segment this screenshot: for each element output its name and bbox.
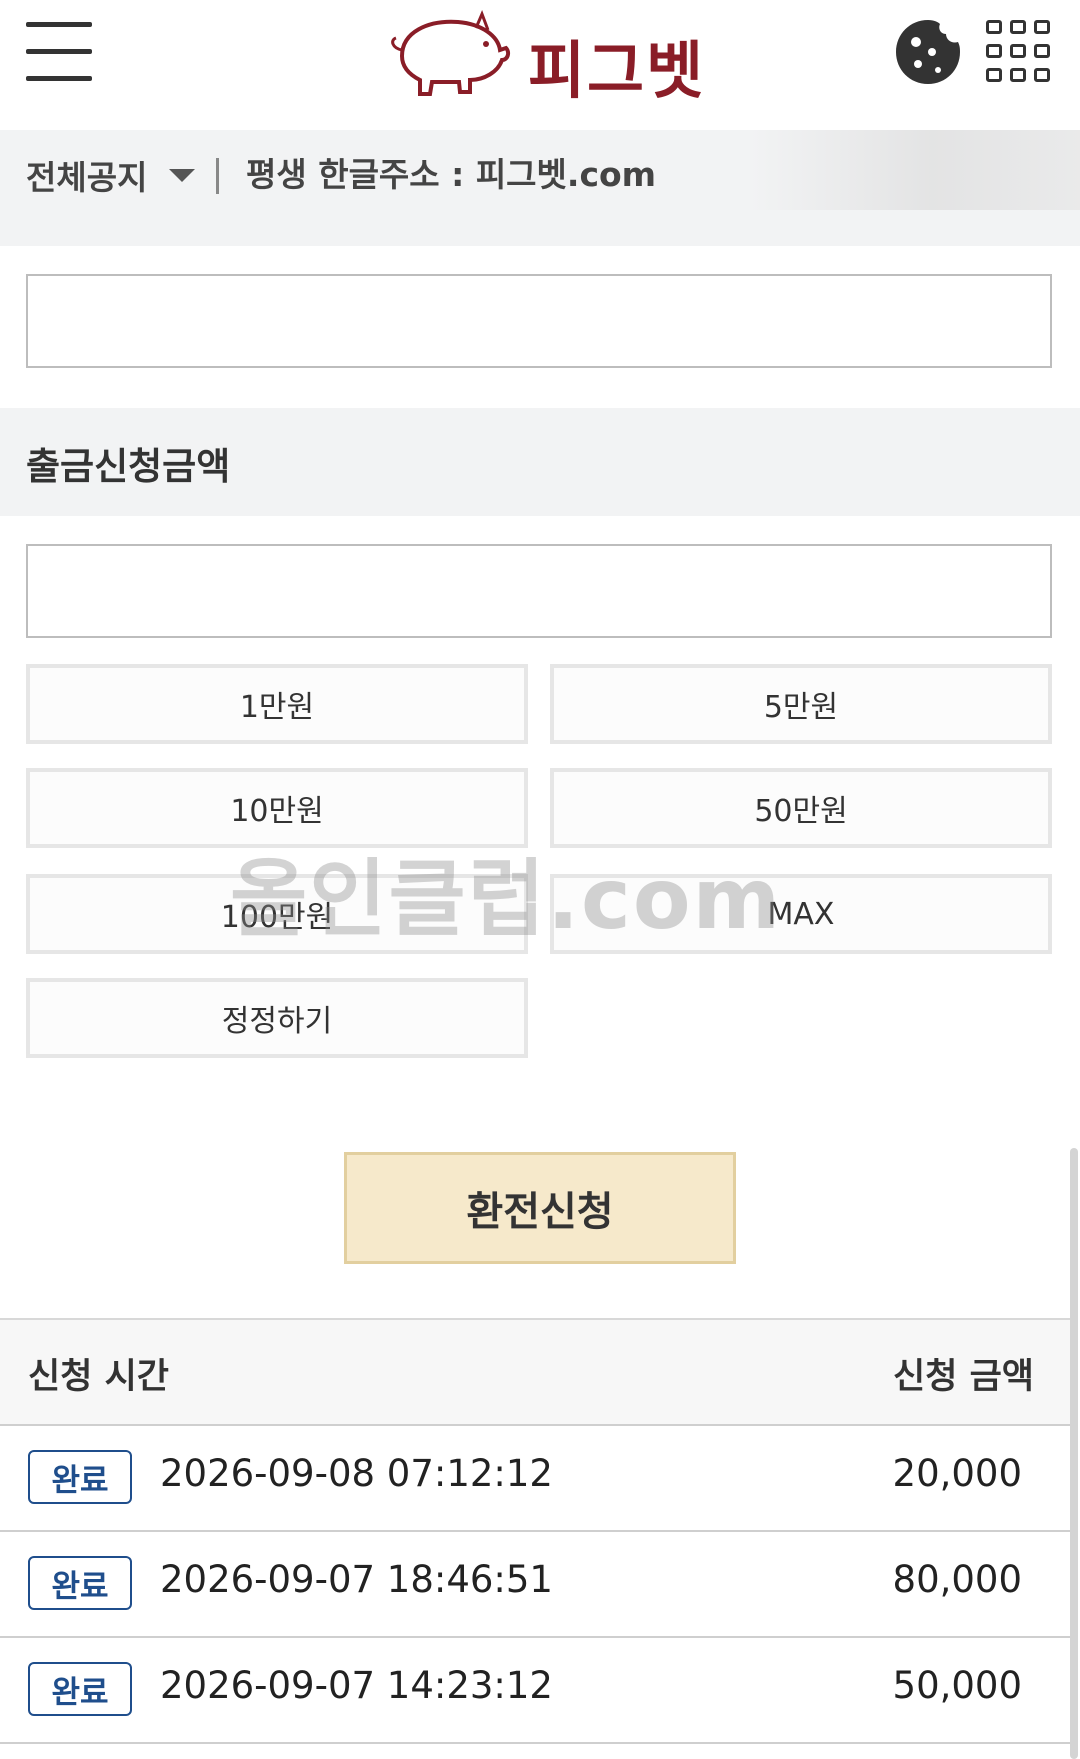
column-header-time: 신청 시간 bbox=[28, 1357, 169, 1397]
chevron-down-icon bbox=[169, 168, 196, 182]
top-header: 피그벳 bbox=[0, 0, 1080, 128]
account-info-field[interactable] bbox=[26, 274, 1052, 368]
pig-logo-icon bbox=[391, 9, 511, 96]
cookie-icon[interactable] bbox=[894, 18, 962, 86]
notice-category-dropdown[interactable]: 전체공지 bbox=[26, 150, 196, 200]
site-logo[interactable]: 피그벳 bbox=[380, 8, 710, 107]
request-history-table: 신청 시간 신청 금액 완료 2026-09-08 07:12:12 20,00… bbox=[0, 1318, 1076, 1744]
request-time: 2026-09-08 07:12:12 bbox=[160, 1452, 553, 1495]
table-row[interactable]: 완료 2026-09-07 18:46:51 80,000 bbox=[0, 1532, 1076, 1638]
exchange-request-button[interactable]: 환전신청 bbox=[344, 1152, 736, 1264]
withdraw-amount-section: 출금신청금액 bbox=[0, 408, 1080, 516]
logo-text: 피그벳 bbox=[528, 34, 706, 107]
section-title: 출금신청금액 bbox=[26, 445, 231, 488]
apps-grid-icon[interactable] bbox=[986, 18, 1054, 86]
hamburger-menu-icon[interactable] bbox=[26, 22, 92, 82]
request-amount: 50,000 bbox=[892, 1664, 1022, 1707]
amount-button-100000[interactable]: 10만원 bbox=[26, 768, 528, 848]
status-badge: 완료 bbox=[28, 1556, 132, 1610]
reset-button[interactable]: 정정하기 bbox=[26, 978, 528, 1058]
amount-button-50000[interactable]: 5만원 bbox=[550, 664, 1052, 744]
amount-button-10000[interactable]: 1만원 bbox=[26, 664, 528, 744]
column-header-amount: 신청 금액 bbox=[893, 1357, 1034, 1397]
request-time: 2026-09-07 18:46:51 bbox=[160, 1558, 553, 1601]
table-row[interactable]: 완료 2026-09-07 14:23:12 50,000 bbox=[0, 1638, 1076, 1744]
request-amount: 20,000 bbox=[892, 1452, 1022, 1495]
divider bbox=[216, 158, 219, 194]
status-badge: 완료 bbox=[28, 1662, 132, 1716]
table-row[interactable]: 완료 2026-09-08 07:12:12 20,000 bbox=[0, 1426, 1076, 1532]
notice-category-label: 전체공지 bbox=[26, 158, 148, 197]
request-amount: 80,000 bbox=[892, 1558, 1022, 1601]
notice-bar: 전체공지 평생 한글주소 : 피그벳.com bbox=[0, 130, 1080, 246]
amount-button-500000[interactable]: 50만원 bbox=[550, 768, 1052, 848]
notice-text: 평생 한글주소 : 피그벳.com bbox=[246, 155, 657, 194]
withdraw-amount-input[interactable] bbox=[26, 544, 1052, 638]
status-badge: 완료 bbox=[28, 1450, 132, 1504]
request-time: 2026-09-07 14:23:12 bbox=[160, 1664, 553, 1707]
scrollbar[interactable] bbox=[1070, 1148, 1078, 1759]
table-header: 신청 시간 신청 금액 bbox=[0, 1318, 1076, 1426]
amount-button-1000000[interactable]: 100만원 bbox=[26, 874, 528, 954]
amount-button-max[interactable]: MAX bbox=[550, 874, 1052, 954]
